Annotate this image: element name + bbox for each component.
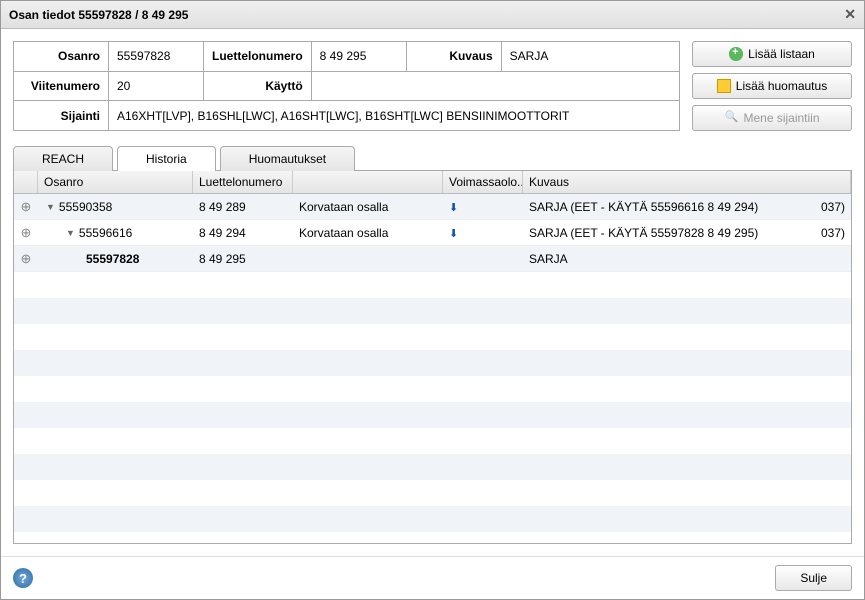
top-row: Osanro 55597828 Luettelonumero 8 49 295 …: [13, 41, 852, 131]
empty-row: [14, 350, 851, 376]
row-end: 037): [811, 226, 851, 240]
col-kuvaus[interactable]: Kuvaus: [523, 171, 851, 193]
row-luettelo: 8 49 294: [193, 226, 293, 240]
search-icon: [724, 111, 738, 125]
empty-row: [14, 506, 851, 532]
col-luettelo[interactable]: Luettelonumero: [193, 171, 293, 193]
tabs: REACH Historia Huomautukset: [13, 145, 852, 170]
row-luettelo: 8 49 295: [193, 252, 293, 266]
row-end: 037): [811, 200, 851, 214]
close-button[interactable]: Sulje: [775, 565, 852, 591]
arrow-down-icon: ⬇: [449, 202, 458, 214]
row-kuvaus: SARJA: [523, 252, 811, 266]
empty-row: [14, 454, 851, 480]
row-kuvaus: SARJA (EET - KÄYTÄ 55596616 8 49 294): [523, 200, 811, 214]
row-action: Korvataan osalla: [293, 226, 443, 240]
kuvaus-value: SARJA: [501, 42, 679, 72]
luettelo-label: Luettelonumero: [204, 42, 312, 72]
empty-row: [14, 376, 851, 402]
table-row[interactable]: ⊕ ▼ 55596616 8 49 294 Korvataan osalla ⬇…: [14, 220, 851, 246]
tab-historia[interactable]: Historia: [117, 146, 216, 171]
note-icon: [717, 79, 731, 93]
row-osanro: 55597828: [86, 252, 139, 266]
col-action: [293, 171, 443, 193]
osanro-value: 55597828: [109, 42, 204, 72]
info-table: Osanro 55597828 Luettelonumero 8 49 295 …: [13, 41, 680, 131]
dialog-title: Osan tiedot 55597828 / 8 49 295: [9, 8, 188, 22]
row-kuvaus: SARJA (EET - KÄYTÄ 55597828 8 49 295): [523, 226, 811, 240]
help-icon[interactable]: ?: [13, 568, 33, 588]
col-expand: [14, 171, 38, 193]
viite-value: 20: [109, 71, 204, 101]
row-action: Korvataan osalla: [293, 200, 443, 214]
empty-row: [14, 480, 851, 506]
add-to-list-label: Lisää listaan: [748, 47, 815, 61]
empty-row: [14, 402, 851, 428]
viite-label: Viitenumero: [14, 71, 109, 101]
luettelo-value: 8 49 295: [311, 42, 406, 72]
goto-location-button[interactable]: Mene sijaintiin: [692, 105, 852, 131]
row-osanro: 55590358: [59, 200, 112, 214]
kaytto-value: [311, 71, 679, 101]
add-to-list-button[interactable]: Lisää listaan: [692, 41, 852, 67]
button-column: Lisää listaan Lisää huomautus Mene sijai…: [692, 41, 852, 131]
sijainti-label: Sijainti: [14, 101, 109, 131]
empty-row: [14, 428, 851, 454]
empty-row: [14, 298, 851, 324]
footer: ? Sulje: [1, 556, 864, 599]
grid-body: ⊕ ▼ 55590358 8 49 289 Korvataan osalla ⬇…: [14, 194, 851, 543]
content: Osanro 55597828 Luettelonumero 8 49 295 …: [1, 29, 864, 556]
kaytto-label: Käyttö: [204, 71, 312, 101]
grid-header: Osanro Luettelonumero Voimassaolo... Kuv…: [14, 171, 851, 194]
col-osanro[interactable]: Osanro: [38, 171, 193, 193]
plus-icon: [729, 47, 743, 61]
osanro-label: Osanro: [14, 42, 109, 72]
goto-location-label: Mene sijaintiin: [743, 111, 819, 125]
empty-row: [14, 324, 851, 350]
add-note-label: Lisää huomautus: [736, 79, 827, 93]
add-note-button[interactable]: Lisää huomautus: [692, 73, 852, 99]
arrow-down-icon: ⬇: [449, 228, 458, 240]
chevron-down-icon[interactable]: ▼: [46, 202, 55, 212]
tab-reach[interactable]: REACH: [13, 146, 113, 171]
titlebar: Osan tiedot 55597828 / 8 49 295 ✕: [1, 1, 864, 29]
col-voimassaolo[interactable]: Voimassaolo...: [443, 171, 523, 193]
dialog: Osan tiedot 55597828 / 8 49 295 ✕ Osanro…: [0, 0, 865, 600]
empty-row: [14, 272, 851, 298]
expand-icon[interactable]: ⊕: [21, 251, 32, 266]
row-luettelo: 8 49 289: [193, 200, 293, 214]
expand-icon[interactable]: ⊕: [21, 199, 32, 214]
row-osanro: 55596616: [79, 226, 132, 240]
sijainti-value: A16XHT[LVP], B16SHL[LWC], A16SHT[LWC], B…: [109, 101, 680, 131]
close-icon[interactable]: ✕: [844, 6, 856, 23]
table-row[interactable]: ⊕ 55597828 8 49 295 SARJA: [14, 246, 851, 272]
grid: Osanro Luettelonumero Voimassaolo... Kuv…: [13, 170, 852, 544]
table-row[interactable]: ⊕ ▼ 55590358 8 49 289 Korvataan osalla ⬇…: [14, 194, 851, 220]
kuvaus-label: Kuvaus: [406, 42, 501, 72]
chevron-down-icon[interactable]: ▼: [66, 228, 75, 238]
tab-huomautukset[interactable]: Huomautukset: [220, 146, 355, 171]
expand-icon[interactable]: ⊕: [21, 225, 32, 240]
